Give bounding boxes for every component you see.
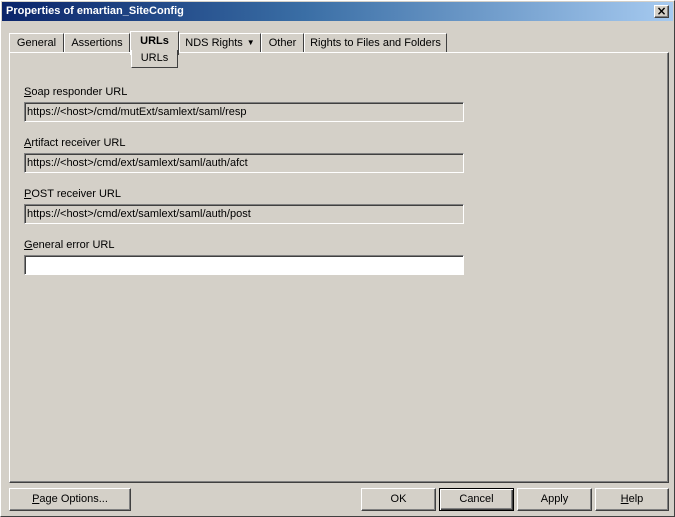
close-icon: × [656, 4, 667, 18]
apply-button[interactable]: Apply [517, 488, 592, 511]
button-label: Apply [540, 493, 569, 505]
mnemonic: G [24, 239, 33, 251]
general-error-url-field[interactable] [24, 255, 464, 275]
soap-responder-url-field[interactable]: https://<host>/cmd/mutExt/samlext/saml/r… [24, 102, 464, 122]
tab-general[interactable]: General [9, 33, 64, 53]
label-text: oap responder URL [31, 86, 128, 98]
tab-label: Other [268, 37, 297, 49]
cancel-button[interactable]: Cancel [439, 488, 514, 511]
button-label: OK [390, 493, 407, 505]
tab-assertions[interactable]: Assertions [64, 33, 130, 53]
subtab-urls[interactable]: URLs [131, 50, 178, 68]
button-label: elp [628, 493, 644, 505]
soap-responder-label: Soap responder URL [24, 86, 127, 98]
mnemonic: H [620, 493, 629, 505]
post-receiver-url-field[interactable]: https://<host>/cmd/ext/samlext/saml/auth… [24, 204, 464, 224]
window-title: Properties of emartian_SiteConfig [6, 5, 184, 17]
tab-label: URLs [140, 35, 169, 47]
close-button[interactable]: × [654, 4, 669, 18]
tab-label: Rights to Files and Folders [310, 37, 441, 49]
ok-button[interactable]: OK [361, 488, 436, 511]
label-text: OST receiver URL [31, 188, 121, 200]
label-text: rtifact receiver URL [31, 137, 126, 149]
general-error-label: General error URL [24, 239, 114, 251]
artifact-receiver-url-field[interactable]: https://<host>/cmd/ext/samlext/saml/auth… [24, 153, 464, 173]
tab-other[interactable]: Other [261, 33, 304, 53]
tab-label: Assertions [71, 37, 123, 49]
artifact-receiver-label: Artifact receiver URL [24, 137, 125, 149]
tab-label: General [16, 37, 57, 49]
button-label: Cancel [459, 493, 494, 505]
subtab-label: URLs [140, 52, 169, 64]
dropdown-arrow-icon: ▼ [246, 38, 255, 47]
page-options-button[interactable]: Page Options... [9, 488, 131, 511]
help-button[interactable]: Help [595, 488, 669, 511]
button-label: age Options... [39, 493, 108, 505]
tab-label: NDS Rights [185, 37, 243, 49]
post-receiver-label: POST receiver URL [24, 188, 121, 200]
tab-nds-rights[interactable]: NDS Rights ▼ [179, 33, 261, 53]
title-bar[interactable]: Properties of emartian_SiteConfig × [2, 2, 673, 21]
properties-dialog: Properties of emartian_SiteConfig × Gene… [0, 0, 675, 517]
label-text: eneral error URL [32, 239, 115, 251]
tab-rights-to-files-and-folders[interactable]: Rights to Files and Folders [304, 33, 447, 53]
